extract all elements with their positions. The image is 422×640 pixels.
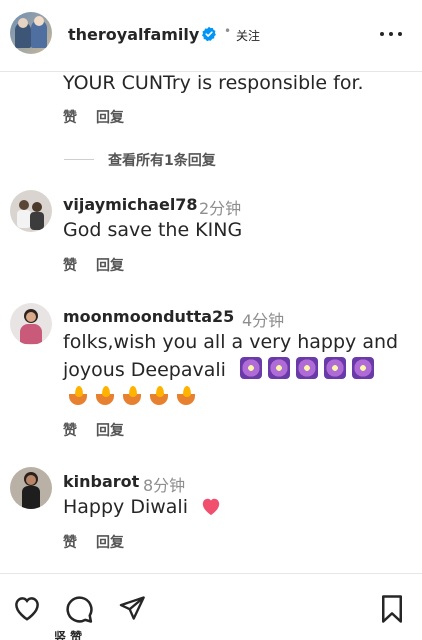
comment-timestamp: 8分钟 xyxy=(143,476,186,495)
like-button[interactable]: 赞 xyxy=(63,255,77,275)
view-all-replies-link[interactable]: 查看所有1条回复 xyxy=(108,150,216,170)
diya-lamp-icon xyxy=(121,386,143,406)
share-icon[interactable] xyxy=(117,594,147,622)
diya-lamp-icon xyxy=(148,386,170,406)
sparkler-emoji-row xyxy=(239,357,380,381)
separator-dot: • xyxy=(224,24,232,38)
diya-emoji-row xyxy=(67,386,202,409)
sparkler-icon xyxy=(351,357,374,379)
reply-button[interactable]: 回复 xyxy=(96,107,124,127)
sparkler-icon xyxy=(267,357,290,379)
sparkler-icon xyxy=(295,357,318,379)
comment-text-line: joyous Deepavali xyxy=(63,357,380,381)
diya-lamp-icon xyxy=(94,386,116,406)
likes-count-partial: 竖 赞 xyxy=(54,630,83,640)
reply-button[interactable]: 回复 xyxy=(96,420,124,440)
sparkler-icon xyxy=(323,357,346,379)
diya-lamp-icon xyxy=(67,386,89,406)
avatar[interactable] xyxy=(10,467,52,509)
post-header: theroyalfamily • 关注 xyxy=(0,0,422,72)
comment-username[interactable]: moonmoondutta25 xyxy=(63,307,234,326)
comment-text: Happy Diwali xyxy=(63,496,188,518)
avatar[interactable] xyxy=(10,303,52,345)
follow-button[interactable]: 关注 xyxy=(236,27,260,44)
like-button[interactable]: 赞 xyxy=(63,532,77,552)
reply-button[interactable]: 回复 xyxy=(96,532,124,552)
heart-icon[interactable] xyxy=(12,594,42,622)
comment-username[interactable]: kinbarot xyxy=(63,472,139,491)
account-avatar[interactable] xyxy=(10,12,52,54)
diya-lamp-icon xyxy=(175,386,197,406)
comment-username[interactable]: vijaymichael78 xyxy=(63,195,198,214)
reply-text: YOUR CUNTry is responsible for. xyxy=(63,72,364,94)
reply-button[interactable]: 回复 xyxy=(96,255,124,275)
like-button[interactable]: 赞 xyxy=(63,420,77,440)
comment-timestamp: 2分钟 xyxy=(199,199,242,218)
comment-text-line: Happy Diwali xyxy=(63,496,222,518)
more-options-icon[interactable] xyxy=(378,24,404,44)
comment-text-fragment: joyous Deepavali xyxy=(63,359,226,381)
sparkler-icon xyxy=(239,357,262,379)
bookmark-icon[interactable] xyxy=(379,594,405,624)
comment-text: God save the KING xyxy=(63,219,243,241)
verified-badge-icon xyxy=(202,26,216,42)
divider-line xyxy=(64,159,94,160)
like-button[interactable]: 赞 xyxy=(63,107,77,127)
account-username[interactable]: theroyalfamily xyxy=(68,25,199,44)
heart-emoji-icon xyxy=(202,498,220,516)
comment-icon[interactable] xyxy=(64,594,94,624)
comment-timestamp: 4分钟 xyxy=(242,311,285,330)
avatar[interactable] xyxy=(10,190,52,232)
comment-text-line: folks,wish you all a very happy and xyxy=(63,331,399,353)
